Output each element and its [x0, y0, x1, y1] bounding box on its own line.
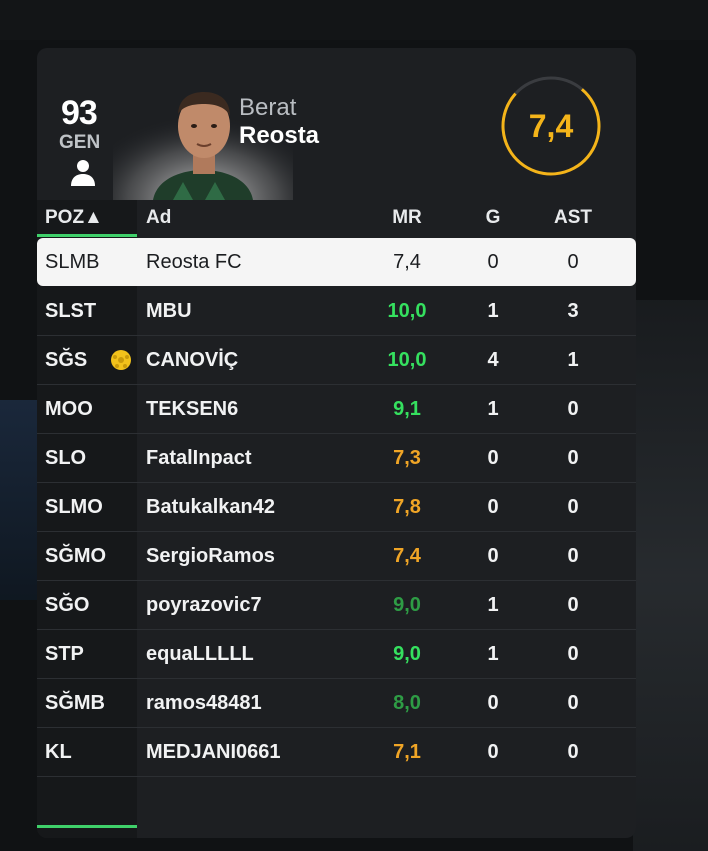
row-name: poyrazovic7: [146, 594, 262, 616]
table-row[interactable]: MOO TEKSEN6 9,1 1 0: [37, 385, 636, 434]
row-position: SĞS: [45, 349, 88, 371]
row-position: KL: [45, 741, 72, 763]
row-position: STP: [45, 643, 84, 665]
column-header-mr[interactable]: MR: [377, 200, 437, 238]
table-row[interactable]: SLO FatalInpact 7,3 0 0: [37, 434, 636, 483]
row-match-rating: 7,8: [393, 496, 421, 518]
row-match-rating: 7,3: [393, 447, 421, 469]
sort-indicator-underline: [37, 234, 137, 237]
table-row[interactable]: SĞO poyrazovic7 9,0 1 0: [37, 581, 636, 630]
background-left-blur: [0, 400, 40, 600]
table-row[interactable]: SĞS CANOVİÇ 10,0 4 1: [37, 336, 636, 385]
row-goals: 0: [487, 251, 499, 273]
row-position: MOO: [45, 398, 93, 420]
row-position: SLO: [45, 447, 87, 469]
row-assists: 0: [567, 643, 579, 665]
person-icon: [71, 160, 95, 186]
row-match-rating: 7,4: [393, 251, 421, 273]
row-match-rating: 9,0: [393, 643, 421, 665]
row-match-rating: 10,0: [387, 349, 427, 371]
row-name: equaLLLLL: [146, 643, 254, 665]
row-name: MBU: [146, 300, 192, 322]
player-header: 93 GEN Berat Reosta 7,4: [37, 48, 636, 200]
scroll-indicator-line: [37, 825, 137, 828]
row-match-rating: 9,1: [393, 398, 421, 420]
row-match-rating: 7,1: [393, 741, 421, 763]
row-position: SLMO: [45, 496, 103, 518]
player-ratings-panel: 93 GEN Berat Reosta 7,4 POZ▲ Ad MR G AST…: [37, 48, 636, 838]
gen-label: GEN: [59, 132, 101, 153]
row-assists: 0: [567, 594, 579, 616]
table-row[interactable]: KL MEDJANI0661 7,1 0 0: [37, 728, 636, 777]
row-goals: 0: [487, 741, 499, 763]
row-goals: 1: [487, 643, 499, 665]
table-row[interactable]: SLST MBU 10,0 1 3: [37, 287, 636, 336]
row-goals: 0: [487, 496, 499, 518]
row-goals: 0: [487, 545, 499, 567]
star-player-icon: [111, 350, 131, 370]
row-assists: 0: [567, 741, 579, 763]
row-position: SĞO: [45, 594, 90, 616]
background-top: [0, 0, 708, 40]
row-name: FatalInpact: [146, 447, 252, 469]
row-goals: 1: [487, 398, 499, 420]
row-position: SLST: [45, 300, 97, 322]
gen-value: 93: [61, 94, 98, 132]
row-name: TEKSEN6: [146, 398, 239, 420]
table-row-selected[interactable]: SLMB Reosta FC 7,4 0 0: [37, 238, 636, 286]
match-rating-value: 7,4: [528, 108, 574, 144]
row-name: Reosta FC: [146, 251, 242, 273]
row-name: ramos48481: [146, 692, 262, 714]
row-assists: 0: [567, 251, 579, 273]
row-match-rating: 10,0: [387, 300, 427, 322]
row-goals: 0: [487, 692, 499, 714]
row-match-rating: 8,0: [393, 692, 421, 714]
row-name: Batukalkan42: [146, 496, 275, 518]
table-row[interactable]: STP equaLLLLL 9,0 1 0: [37, 630, 636, 679]
row-assists: 1: [567, 349, 579, 371]
table-row[interactable]: SĞMB ramos48481 8,0 0 0: [37, 679, 636, 728]
column-header-poz[interactable]: POZ▲: [45, 200, 103, 238]
row-match-rating: 9,0: [393, 594, 421, 616]
background-right-blur: [633, 300, 708, 851]
row-name: MEDJANI0661: [146, 741, 281, 763]
row-position: SĞMB: [45, 692, 105, 714]
row-assists: 0: [567, 692, 579, 714]
row-assists: 0: [567, 545, 579, 567]
row-name: SergioRamos: [146, 545, 275, 567]
player-last-name: Reosta: [239, 122, 320, 149]
row-goals: 4: [487, 349, 499, 371]
player-first-name: Berat: [239, 94, 297, 121]
row-goals: 1: [487, 594, 499, 616]
row-position: SLMB: [45, 251, 100, 273]
row-position: SĞMO: [45, 545, 107, 567]
column-header-g[interactable]: G: [473, 200, 513, 238]
row-name: CANOVİÇ: [146, 349, 239, 371]
row-assists: 0: [567, 398, 579, 420]
column-header-ast[interactable]: AST: [543, 200, 603, 238]
row-assists: 3: [567, 300, 579, 322]
row-goals: 1: [487, 300, 499, 322]
row-assists: 0: [567, 447, 579, 469]
row-goals: 0: [487, 447, 499, 469]
column-header-ad[interactable]: Ad: [146, 200, 171, 238]
table-row[interactable]: SLMO Batukalkan42 7,8 0 0: [37, 483, 636, 532]
table-row[interactable]: SĞMO SergioRamos 7,4 0 0: [37, 532, 636, 581]
row-match-rating: 7,4: [393, 545, 421, 567]
row-assists: 0: [567, 496, 579, 518]
